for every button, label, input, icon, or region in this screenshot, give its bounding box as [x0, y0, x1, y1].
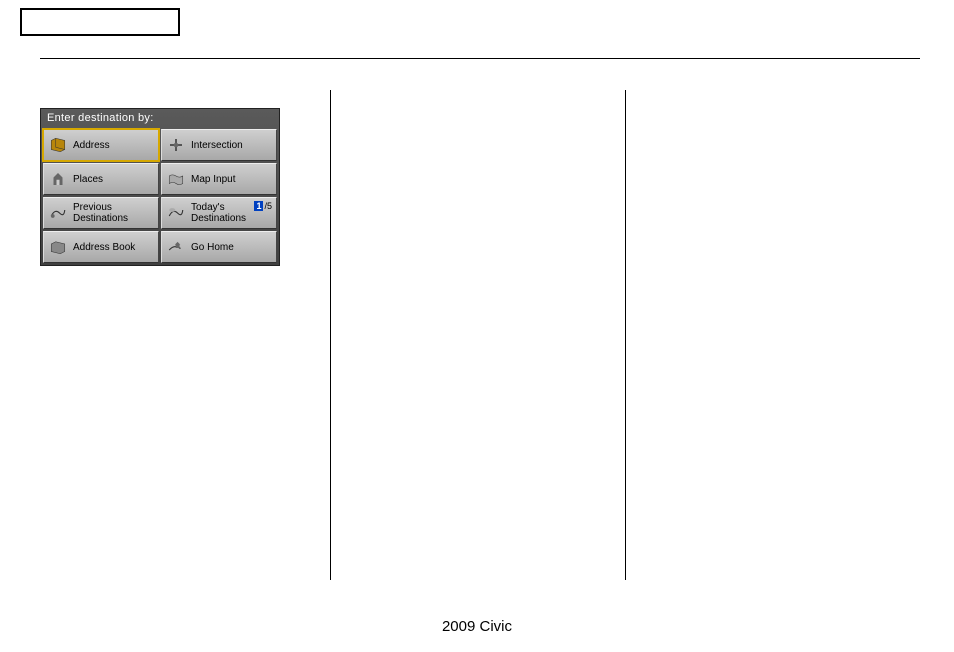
- nav-btn-label: PreviousDestinations: [73, 202, 128, 224]
- nav-btn-address-book[interactable]: Address Book: [43, 231, 159, 263]
- cloud-route-icon: [166, 203, 186, 223]
- intersection-icon: [166, 135, 186, 155]
- nav-btn-address[interactable]: Address: [43, 129, 159, 161]
- nav-btn-label: Today'sDestinations: [191, 202, 246, 224]
- home-icon: [166, 237, 186, 257]
- landmark-icon: [48, 169, 68, 189]
- top-empty-box: [20, 8, 180, 36]
- content-columns: Enter destination by: Address Intersecti…: [40, 90, 920, 590]
- nav-button-grid: Address Intersection Places: [41, 127, 279, 265]
- nav-btn-go-home[interactable]: Go Home: [161, 231, 277, 263]
- counter-total: /5: [263, 201, 273, 211]
- nav-btn-todays-destinations[interactable]: Today'sDestinations 1 /5: [161, 197, 277, 229]
- book-icon: [48, 135, 68, 155]
- footer-text: 2009 Civic: [0, 618, 954, 635]
- nav-btn-label: Address Book: [73, 242, 135, 253]
- nav-btn-label: Places: [73, 174, 103, 185]
- nav-btn-intersection[interactable]: Intersection: [161, 129, 277, 161]
- column-3: [625, 90, 920, 580]
- nav-btn-label: Address: [73, 140, 110, 151]
- nav-system-screenshot: Enter destination by: Address Intersecti…: [40, 108, 280, 266]
- nav-btn-places[interactable]: Places: [43, 163, 159, 195]
- column-1: Enter destination by: Address Intersecti…: [40, 90, 330, 580]
- nav-btn-label: Map Input: [191, 174, 235, 185]
- nav-header: Enter destination by:: [41, 109, 279, 127]
- car-route-icon: [48, 203, 68, 223]
- map-icon: [166, 169, 186, 189]
- address-book-icon: [48, 237, 68, 257]
- nav-btn-map-input[interactable]: Map Input: [161, 163, 277, 195]
- column-2: [330, 90, 625, 580]
- counter-current: 1: [254, 201, 263, 211]
- nav-btn-label: Intersection: [191, 140, 243, 151]
- todays-counter: 1 /5: [254, 201, 273, 211]
- horizontal-rule: [40, 58, 920, 59]
- nav-btn-previous-destinations[interactable]: PreviousDestinations: [43, 197, 159, 229]
- nav-btn-label: Go Home: [191, 242, 234, 253]
